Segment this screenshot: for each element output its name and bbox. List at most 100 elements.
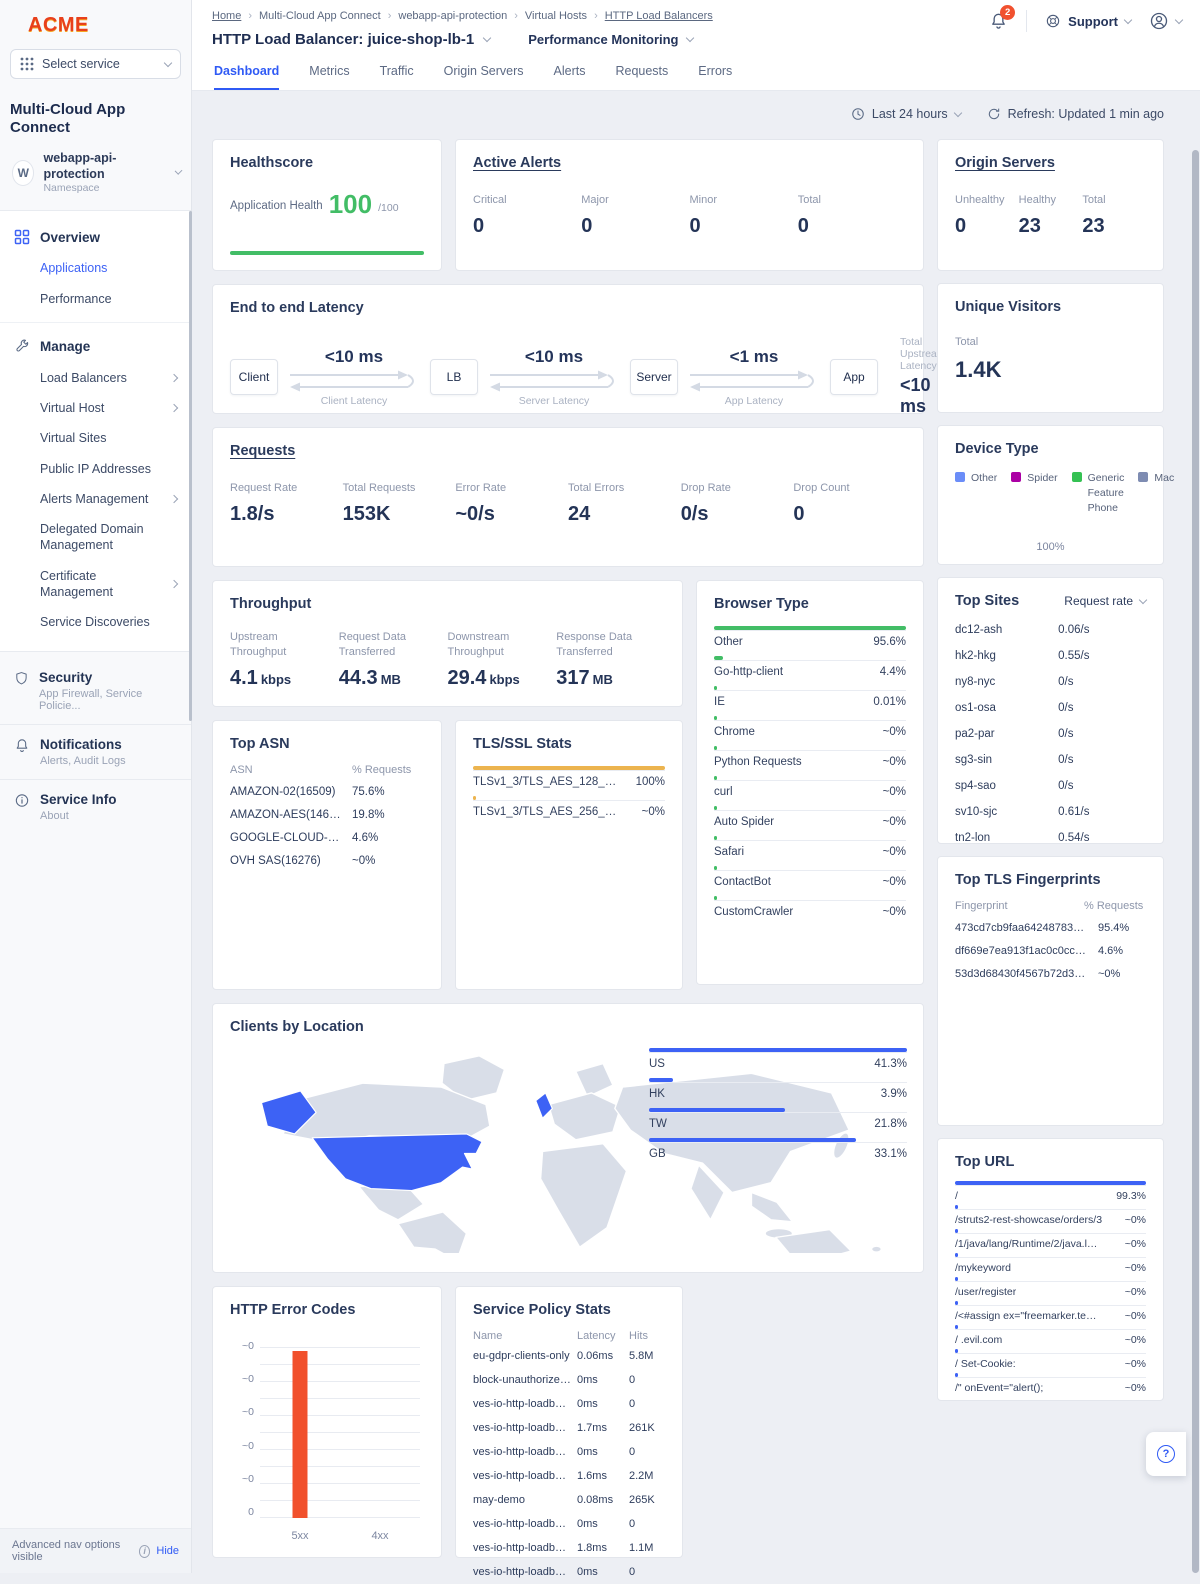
table-row: os1-osa 0/s [955,695,1146,721]
refresh-icon [988,108,999,120]
service-policy-stats-card: Service Policy Stats Name Latency Hits e… [455,1286,683,1578]
sidebar-section-manage[interactable]: Manage [0,331,191,363]
refresh-button[interactable]: Refresh: Updated 1 min ago [987,107,1164,121]
bar-row: /user/register ~0% [955,1277,1146,1302]
device-type-legend: Other Spider Generic Feature Phone Mac [955,471,1174,517]
asn-name: AMAZON-AES(14618) [230,808,346,821]
stat-label: Unhealthy [955,194,1005,206]
tab-label: Requests [615,64,669,78]
breadcrumb-item[interactable]: Multi-Cloud App Connect [241,10,381,22]
latency-hop-label: Client Latency [320,394,388,407]
policy-name: block-unauthorized-countries [473,1374,577,1386]
healthscore-card: Healthscore Application Health 100 /100 [212,139,442,271]
policy-hits: 0 [629,1374,636,1386]
sidebar-item-security[interactable]: Security App Firewall, Service Policie..… [0,658,191,726]
tab[interactable]: Alerts [554,64,586,90]
info-icon [15,794,29,807]
sidebar-item[interactable]: Performance [0,284,191,314]
browser-bar [714,746,717,750]
page-header: Home Multi-Cloud App Connect webapp-api-… [192,0,1200,91]
policy-hits: 0 [629,1518,636,1530]
support-menu[interactable]: Support [1045,13,1133,29]
chevron-down-icon [174,167,183,176]
card-title-link[interactable]: Requests [230,443,906,459]
browser-value: 4.4% [879,666,906,678]
card-title-link[interactable]: Active Alerts [473,155,906,171]
tab[interactable]: Metrics [309,64,349,90]
sidebar-item[interactable]: Alerts Management [0,484,191,514]
device-type-bar-label: 100% [1036,540,1065,553]
legend-swatch [1011,472,1022,482]
sidebar-item-label: Certificate Management [40,568,113,599]
sidebar-item[interactable]: Applications [0,253,191,283]
help-button[interactable]: ? [1146,1432,1186,1476]
stat-value: 0/s [680,502,709,525]
namespace-selector[interactable]: W webapp-api-protection Namespace [0,149,191,212]
y-axis-tick: ~0 [242,1439,254,1452]
sidebar-item[interactable]: Delegated Domain Management [0,514,191,561]
stat-label: Response Data Transferred [556,631,633,658]
notification-badge: 2 [1000,5,1016,20]
tab[interactable]: Origin Servers [444,64,524,90]
sidebar-item-label: Performance [40,291,112,306]
tab[interactable]: Requests [615,64,668,90]
stat-value: 0 [689,214,701,237]
time-range-dropdown[interactable]: Last 24 hours [851,107,962,121]
breadcrumb-item[interactable]: Home [212,10,241,22]
top-sites-card: Top Sites Request rate dc12-ash 0.06/s h… [937,577,1164,844]
stat-value: 4.1 [230,666,258,689]
sidebar-item-notifications[interactable]: Notifications Alerts, Audit Logs [0,725,191,781]
site-name: sp4-sao [955,780,996,792]
stat: Request Rate 1.8/s [230,481,343,526]
chevron-down-icon[interactable] [483,33,492,43]
notifications-bell-button[interactable]: 2 [989,5,1016,31]
stat: Error Rate ~0/s [455,481,568,526]
hide-nav-button[interactable]: Hide [156,1545,179,1557]
sidebar-item[interactable]: Public IP Addresses [0,454,191,484]
stat: Healthy 23 [1019,193,1083,238]
asn-value: ~0% [352,854,376,867]
sidebar-item[interactable]: Virtual Sites [0,423,191,453]
tab[interactable]: Errors [698,64,732,90]
site-name: os1-osa [955,702,996,714]
sidebar-item-service-info[interactable]: Service Info About [0,780,191,834]
stat-label: Critical [473,194,507,206]
error-bar [292,1351,308,1518]
legend-item: Generic Feature Phone [1071,471,1124,517]
sidebar-item[interactable]: Load Balancers [0,363,191,393]
breadcrumb-item[interactable]: webapp-api-protection [381,10,507,22]
site-value: 0.55/s [1058,650,1090,662]
stat: Total Errors 24 [568,481,681,526]
shield-icon [16,672,27,685]
account-menu[interactable] [1149,11,1184,31]
sidebar-nav-main: Overview Applications Performance Manage… [0,211,192,722]
card-title-link[interactable]: Origin Servers [955,155,1146,171]
sidebar-item[interactable]: Service Discoveries [0,607,191,637]
latency-node-client: Client [230,358,278,395]
url-value: ~0% [1124,1382,1146,1394]
table-row: ves-io-http-loadbalancer-ip-rep... 0ms 0 [473,1560,665,1584]
sidebar-item[interactable]: Certificate Management [0,561,191,608]
page-scrollbar[interactable] [1192,150,1199,1573]
tab[interactable]: Dashboard [214,64,280,90]
select-service-dropdown[interactable]: Select service [10,49,181,79]
url-label: /<#assign ex="freemarker.template.u... [955,1310,1103,1322]
sidebar-section-overview[interactable]: Overview [0,221,191,253]
url-label: / .evil.com [955,1334,1003,1346]
legend-label: Spider [1027,472,1058,484]
sidebar-item[interactable]: Virtual Host [0,393,191,423]
view-dropdown[interactable]: Performance Monitoring [528,32,694,47]
stat-value: 1.4K [955,356,1002,382]
top-sites-metric-dropdown[interactable]: Request rate [1064,594,1148,608]
top-asn-card: Top ASN ASN % Requests AMAZON-02(16509) … [212,720,442,990]
stat-value: ~0/s [455,502,495,525]
stat-unit: kbps [489,671,520,687]
country-label: HK [649,1088,665,1100]
breadcrumb-item[interactable]: Virtual Hosts [507,10,587,22]
breadcrumb-item[interactable]: HTTP Load Balancers [587,10,713,22]
table-row: AMAZON-AES(14618) 19.8% [230,803,424,826]
tab[interactable]: Traffic [380,64,414,90]
chevron-right-icon [169,494,179,504]
fingerprint-value: 95.4% [1098,921,1130,934]
stat: Total 23 [1082,193,1146,238]
